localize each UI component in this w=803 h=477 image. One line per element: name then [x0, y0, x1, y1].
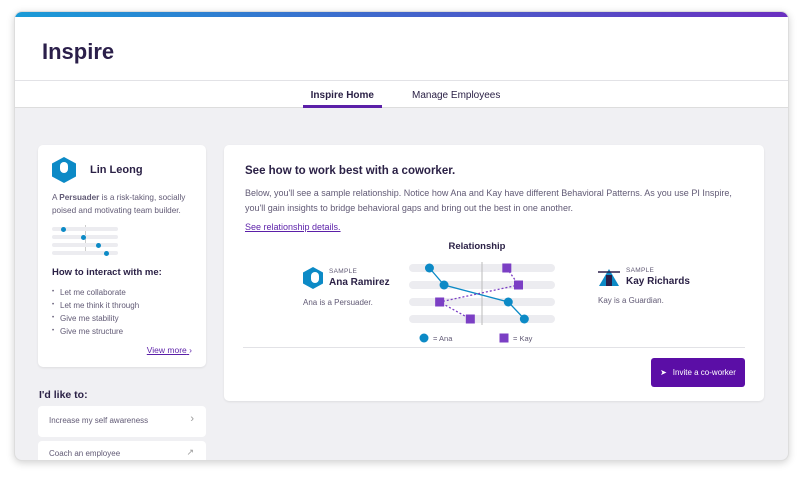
pattern-name: Persuader — [59, 193, 100, 202]
pattern-mini-chart — [52, 225, 118, 259]
option-coach-employee[interactable]: Coach an employee ↗ — [38, 441, 206, 460]
person-kay: SAMPLE Kay Richards Kay is a Guardian. — [598, 267, 690, 305]
pattern-dot — [60, 226, 66, 232]
external-link-icon: ↗ — [186, 447, 194, 457]
view-more-label: View more — [146, 345, 187, 355]
series-line-kay — [437, 267, 520, 320]
option-label: Increase my self awareness — [49, 416, 149, 425]
coworker-card: See how to work best with a coworker. Be… — [224, 145, 764, 401]
option-label: Coach an employee — [49, 449, 121, 458]
interact-list: Let me collaborate Let me think it throu… — [52, 286, 192, 338]
profile-description: A Persuader is a risk-taking, socially p… — [52, 191, 192, 217]
tab-bar: Inspire Home Manage Employees — [15, 81, 788, 108]
list-item: Let me think it through — [52, 299, 192, 312]
legend-kay-marker — [499, 333, 509, 343]
legend-label: = Kay — [513, 334, 533, 343]
series-line-ana — [428, 267, 525, 320]
chevron-right-icon: › — [189, 345, 192, 355]
header: Inspire — [15, 17, 788, 81]
profile-card: Lin Leong A Persuader is a risk-taking, … — [38, 145, 206, 367]
person-ana: SAMPLE Ana Ramirez Ana is a Persuader. — [303, 267, 390, 307]
kay-point — [514, 280, 523, 290]
legend-ana-marker — [419, 333, 429, 343]
option-self-awareness[interactable]: Increase my self awareness › — [38, 406, 206, 437]
invite-label: Invite a co-worker — [672, 368, 736, 377]
coworker-body: Below, you'll see a sample relationship.… — [245, 188, 732, 213]
chart-title: Relationship — [448, 241, 505, 252]
pattern-dot — [81, 234, 87, 240]
list-item: Give me structure — [52, 325, 192, 338]
ana-point — [503, 297, 513, 307]
relationship-details-link[interactable]: See relationship details. — [245, 222, 341, 232]
person-desc: Ana is a Persuader. — [303, 298, 373, 307]
sample-tag: SAMPLE — [626, 267, 655, 274]
list-item: Give me stability — [52, 312, 192, 325]
page-title: Inspire — [42, 39, 115, 64]
pattern-dot — [103, 250, 109, 256]
kay-point — [502, 263, 512, 273]
view-more-link[interactable]: View more › — [147, 345, 192, 355]
tab-inspire-home[interactable]: Inspire Home — [302, 81, 382, 108]
app-window: Inspire Inspire Home Manage Employees Li… — [14, 11, 789, 461]
relationship-chart: Relationship = Ana = Kay — [409, 241, 555, 343]
lighthouse-avatar-icon — [598, 269, 620, 286]
send-icon: ➤ — [660, 368, 667, 377]
person-name: Ana Ramirez — [329, 277, 390, 288]
chevron-right-icon: › — [190, 413, 194, 425]
kay-point — [435, 297, 445, 307]
sample-tag: SAMPLE — [329, 268, 358, 275]
microphone-avatar-icon — [303, 267, 323, 289]
person-desc: Kay is a Guardian. — [598, 296, 664, 305]
kay-point — [465, 314, 475, 324]
interact-title: How to interact with me: — [52, 267, 162, 278]
list-item: Let me collaborate — [52, 286, 192, 299]
like-title: I'd like to: — [39, 389, 88, 401]
pattern-lane — [52, 243, 118, 247]
microphone-avatar-icon — [52, 157, 76, 183]
ana-point — [519, 314, 529, 324]
tab-manage-employees[interactable]: Manage Employees — [412, 81, 500, 108]
ana-point — [424, 263, 434, 273]
divider — [243, 347, 745, 348]
pattern-dot — [96, 242, 102, 248]
invite-coworker-button[interactable]: ➤ Invite a co-worker — [651, 358, 745, 387]
profile-name: Lin Leong — [90, 164, 143, 176]
person-name: Kay Richards — [626, 276, 690, 287]
coworker-title: See how to work best with a coworker. — [245, 165, 456, 177]
ana-point — [439, 280, 449, 290]
legend-label: = Ana — [433, 334, 453, 343]
